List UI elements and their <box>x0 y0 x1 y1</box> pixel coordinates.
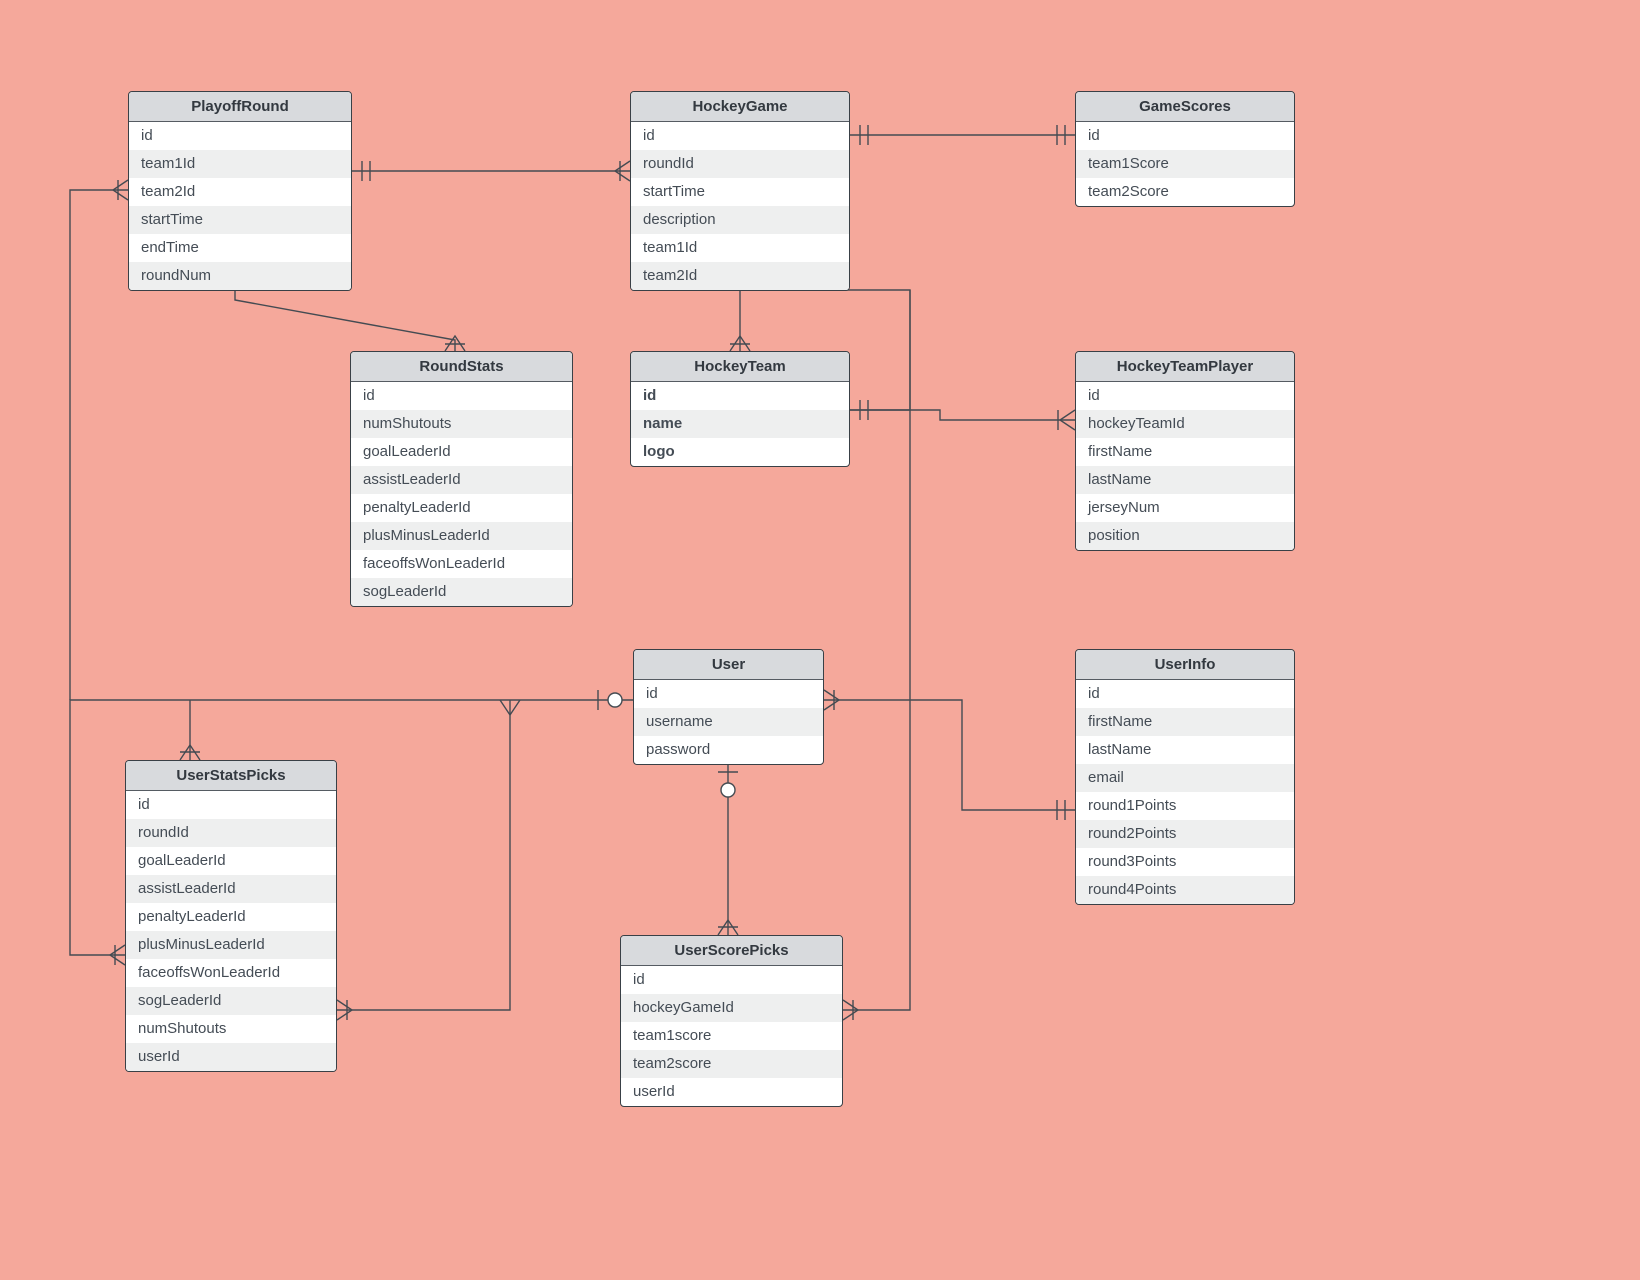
entity-field: id <box>1076 382 1294 410</box>
entity-field: id <box>1076 122 1294 150</box>
entity-title: UserStatsPicks <box>126 761 336 791</box>
entity-field: startTime <box>631 178 849 206</box>
entity-hockey-team-player: HockeyTeamPlayer id hockeyTeamId firstNa… <box>1075 351 1295 551</box>
entity-field: endTime <box>129 234 351 262</box>
entity-field: numShutouts <box>126 1015 336 1043</box>
entity-field: hockeyTeamId <box>1076 410 1294 438</box>
entity-title: HockeyTeam <box>631 352 849 382</box>
entity-field: jerseyNum <box>1076 494 1294 522</box>
entity-field: team2score <box>621 1050 842 1078</box>
entity-title: User <box>634 650 823 680</box>
entity-field: assistLeaderId <box>126 875 336 903</box>
entity-title: UserInfo <box>1076 650 1294 680</box>
entity-field: id <box>1076 680 1294 708</box>
entity-title: PlayoffRound <box>129 92 351 122</box>
entity-field: team1Id <box>129 150 351 178</box>
entity-user-info: UserInfo id firstName lastName email rou… <box>1075 649 1295 905</box>
entity-field: team2Id <box>129 178 351 206</box>
entity-field: userId <box>621 1078 842 1106</box>
entity-field: id <box>351 382 572 410</box>
entity-hockey-game: HockeyGame id roundId startTime descript… <box>630 91 850 291</box>
entity-field: logo <box>631 438 849 466</box>
entity-field: firstName <box>1076 438 1294 466</box>
entity-field: sogLeaderId <box>351 578 572 606</box>
entity-field: team1Id <box>631 234 849 262</box>
entity-field: penaltyLeaderId <box>126 903 336 931</box>
entity-field: numShutouts <box>351 410 572 438</box>
entity-field: round1Points <box>1076 792 1294 820</box>
entity-field: sogLeaderId <box>126 987 336 1015</box>
entity-field: position <box>1076 522 1294 550</box>
entity-field: team2Id <box>631 262 849 290</box>
entity-hockey-team: HockeyTeam id name logo <box>630 351 850 467</box>
entity-field: plusMinusLeaderId <box>351 522 572 550</box>
entity-field: round3Points <box>1076 848 1294 876</box>
entity-field: roundId <box>126 819 336 847</box>
entity-field: roundId <box>631 150 849 178</box>
entity-field: id <box>634 680 823 708</box>
entity-field: roundNum <box>129 262 351 290</box>
entity-field: userId <box>126 1043 336 1071</box>
entity-field: round4Points <box>1076 876 1294 904</box>
entity-playoff-round: PlayoffRound id team1Id team2Id startTim… <box>128 91 352 291</box>
entity-field: id <box>631 382 849 410</box>
entity-field: startTime <box>129 206 351 234</box>
entity-round-stats: RoundStats id numShutouts goalLeaderId a… <box>350 351 573 607</box>
entity-field: lastName <box>1076 736 1294 764</box>
entity-field: username <box>634 708 823 736</box>
entity-title: HockeyGame <box>631 92 849 122</box>
entity-field: id <box>129 122 351 150</box>
entity-field: team2Score <box>1076 178 1294 206</box>
entity-field: email <box>1076 764 1294 792</box>
entity-field: round2Points <box>1076 820 1294 848</box>
entity-field: id <box>621 966 842 994</box>
entity-user-stats-picks: UserStatsPicks id roundId goalLeaderId a… <box>125 760 337 1072</box>
entity-field: hockeyGameId <box>621 994 842 1022</box>
entity-field: team1score <box>621 1022 842 1050</box>
entity-field: assistLeaderId <box>351 466 572 494</box>
entity-field: lastName <box>1076 466 1294 494</box>
entity-field: goalLeaderId <box>351 438 572 466</box>
entity-field: password <box>634 736 823 764</box>
entity-field: firstName <box>1076 708 1294 736</box>
entity-field: faceoffsWonLeaderId <box>126 959 336 987</box>
entity-game-scores: GameScores id team1Score team2Score <box>1075 91 1295 207</box>
entity-field: goalLeaderId <box>126 847 336 875</box>
entity-title: UserScorePicks <box>621 936 842 966</box>
entity-field: penaltyLeaderId <box>351 494 572 522</box>
entity-title: HockeyTeamPlayer <box>1076 352 1294 382</box>
entity-field: id <box>631 122 849 150</box>
entity-field: name <box>631 410 849 438</box>
entity-field: faceoffsWonLeaderId <box>351 550 572 578</box>
entity-title: RoundStats <box>351 352 572 382</box>
entity-field: description <box>631 206 849 234</box>
entity-field: team1Score <box>1076 150 1294 178</box>
entity-field: id <box>126 791 336 819</box>
entity-field: plusMinusLeaderId <box>126 931 336 959</box>
entity-user-score-picks: UserScorePicks id hockeyGameId team1scor… <box>620 935 843 1107</box>
entity-title: GameScores <box>1076 92 1294 122</box>
entity-user: User id username password <box>633 649 824 765</box>
